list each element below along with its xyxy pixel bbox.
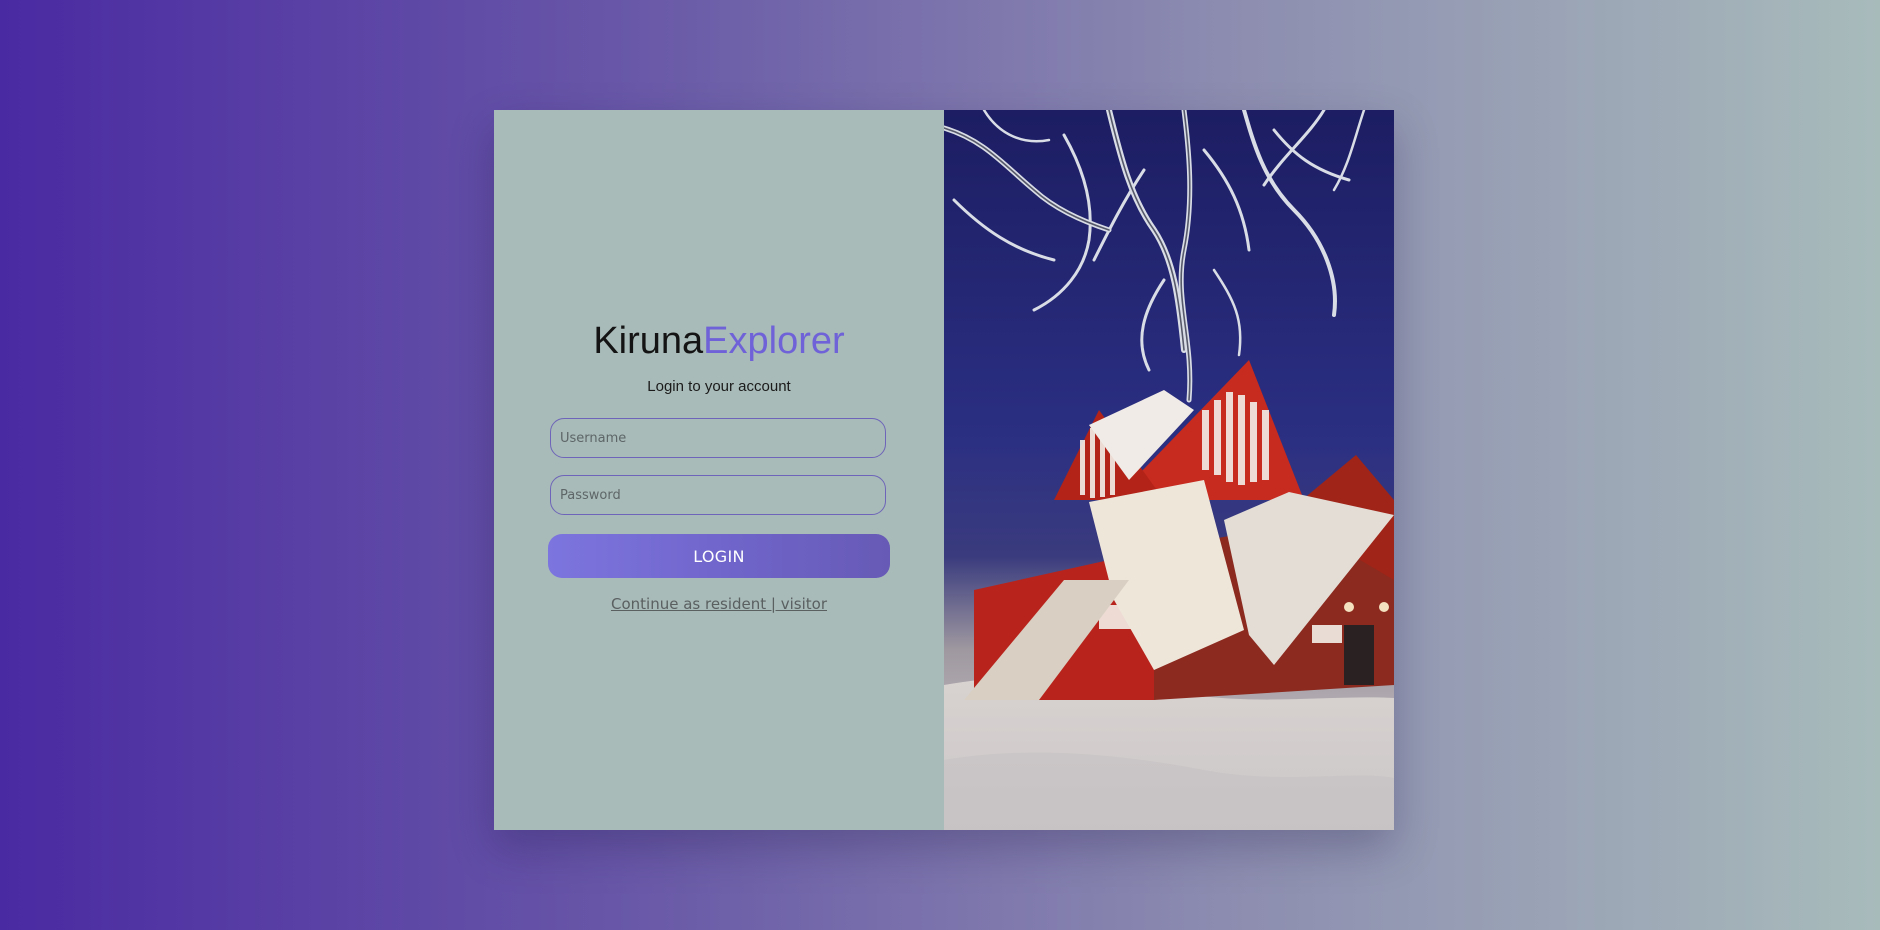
entrance-light [1344, 602, 1354, 612]
username-input[interactable] [550, 418, 886, 458]
church-door [1344, 625, 1374, 685]
login-button[interactable]: LOGIN [548, 534, 890, 578]
continue-as-guest-link[interactable]: Continue as resident | visitor [494, 595, 944, 613]
login-panel: KirunaExplorer Login to your account LOG… [494, 110, 944, 830]
hero-image [944, 110, 1394, 830]
password-input[interactable] [550, 475, 886, 515]
login-card: KirunaExplorer Login to your account LOG… [494, 110, 1394, 830]
brand-part-explorer: Explorer [703, 320, 845, 362]
login-subtitle: Login to your account [647, 378, 791, 395]
entrance-light [1379, 602, 1389, 612]
church-photo-illustration [944, 110, 1394, 830]
app-logo-title: KirunaExplorer [494, 318, 944, 364]
brand-part-kiruna: Kiruna [593, 320, 704, 362]
